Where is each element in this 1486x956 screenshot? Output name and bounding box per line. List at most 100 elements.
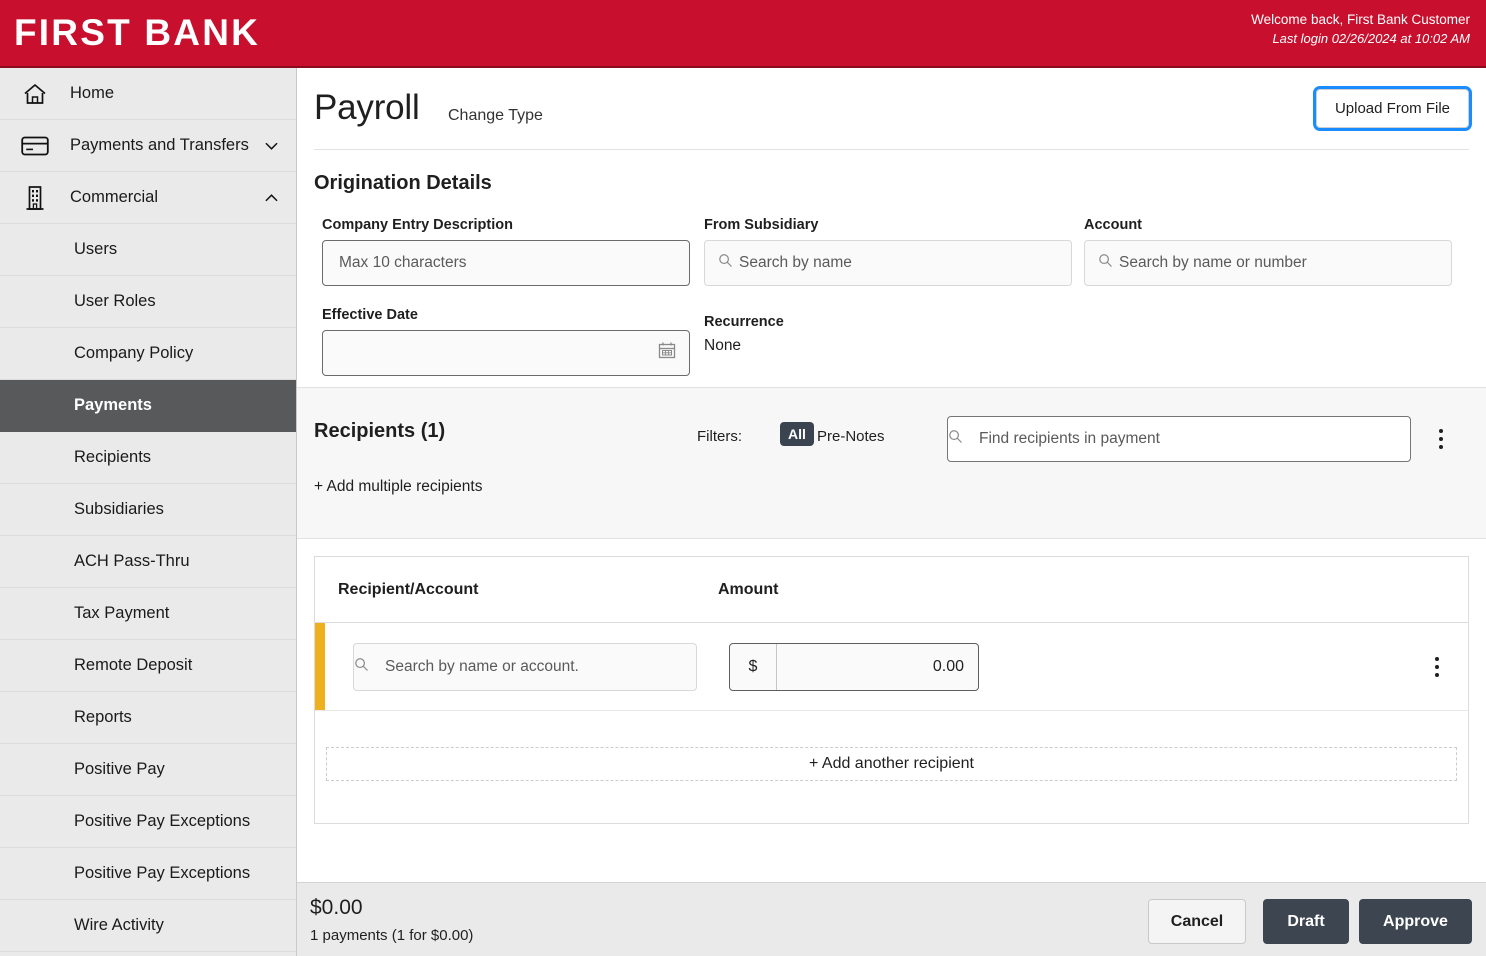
sidebar-item-ach-pass-thru[interactable]: ACH Pass-Thru <box>0 536 296 588</box>
sidebar-item-label: Positive Pay Exceptions <box>74 812 251 830</box>
from-subsidiary-placeholder: Search by name <box>739 254 852 271</box>
building-icon <box>18 183 52 213</box>
sidebar-item-label: Commercial <box>70 188 159 206</box>
filter-pre-notes[interactable]: Pre-Notes <box>817 428 885 445</box>
effective-date-input[interactable] <box>322 330 690 376</box>
home-icon <box>18 79 52 109</box>
bank-logo: FIRST BANK <box>14 12 261 53</box>
origination-form: Company Entry Description Max 10 charact… <box>314 211 1469 379</box>
effective-date-field: Effective Date <box>322 307 690 376</box>
sidebar-item-label: Payments and Transfers <box>70 136 249 154</box>
main-content: Payroll Change Type Upload From File Ori… <box>297 68 1486 956</box>
add-multiple-recipients-link[interactable]: + Add multiple recipients <box>314 478 482 496</box>
find-recipients-placeholder: Find recipients in payment <box>979 430 1160 447</box>
chevron-up-icon[interactable] <box>264 190 279 205</box>
sidebar-item-label: User Roles <box>74 292 156 310</box>
sidebar-item-label: Reports <box>74 708 132 726</box>
recipient-search-placeholder: Search by name or account. <box>385 657 579 675</box>
welcome-message: Welcome back, First Bank Customer <box>1251 12 1470 27</box>
table-row: Search by name or account. $ 0.00 <box>315 623 1468 711</box>
filter-all-badge[interactable]: All <box>780 422 814 446</box>
payment-summary-text: 1 payments (1 for $0.00) <box>310 927 474 944</box>
recipients-count-title: Recipients (1) <box>314 420 446 442</box>
sidebar-item-recipients[interactable]: Recipients <box>0 432 296 484</box>
account-label: Account <box>1084 217 1142 233</box>
footer-action-bar: $0.00 1 payments (1 for $0.00) Cancel Dr… <box>297 882 1486 956</box>
from-subsidiary-label: From Subsidiary <box>704 217 819 233</box>
draft-button[interactable]: Draft <box>1263 899 1349 944</box>
change-type-link[interactable]: Change Type <box>448 107 543 125</box>
from-subsidiary-field: From Subsidiary Search by name <box>704 217 1072 286</box>
account-placeholder: Search by name or number <box>1119 254 1307 271</box>
recipients-options-kebab-icon[interactable] <box>1430 426 1452 452</box>
column-header-amount: Amount <box>718 580 779 598</box>
sidebar-item-remote-deposit[interactable]: Remote Deposit <box>0 640 296 692</box>
amount-value: 0.00 <box>932 657 964 675</box>
sidebar-item-subsidiaries[interactable]: Subsidiaries <box>0 484 296 536</box>
effective-date-label: Effective Date <box>322 307 418 323</box>
row-status-accent-bar <box>315 623 325 710</box>
sidebar-item-reports[interactable]: Reports <box>0 692 296 744</box>
sidebar-item-label: Recipients <box>74 448 152 466</box>
sidebar-item-label: Wire Activity <box>74 916 164 934</box>
chevron-down-icon[interactable] <box>264 138 279 153</box>
sidebar-item-label: Company Policy <box>74 344 194 362</box>
card-icon <box>18 131 52 161</box>
top-brand-bar: FIRST BANK Welcome back, First Bank Cust… <box>0 0 1486 68</box>
recipients-table: Recipient/Account Amount Search by name … <box>314 556 1469 824</box>
sidebar-item-payments[interactable]: Payments <box>0 380 296 432</box>
sidebar-item-positive-pay[interactable]: Positive Pay <box>0 744 296 796</box>
page-header: Payroll Change Type Upload From File <box>314 68 1469 150</box>
sidebar-item-commercial[interactable]: Commercial <box>0 172 296 224</box>
sidebar-item-label: Positive Pay <box>74 760 165 778</box>
sidebar-item-label: Users <box>74 240 118 258</box>
sidebar-item-label: Subsidiaries <box>74 500 164 518</box>
sidebar-item-label: ACH Pass-Thru <box>74 552 190 570</box>
find-recipients-input[interactable]: Find recipients in payment <box>947 416 1411 462</box>
origination-section: Origination Details Company Entry Descri… <box>297 172 1486 379</box>
sidebar-item-company-policy[interactable]: Company Policy <box>0 328 296 380</box>
sidebar-item-label: Tax Payment <box>74 604 170 622</box>
sidebar-item-label: Home <box>70 84 115 102</box>
company-entry-description-label: Company Entry Description <box>322 217 513 233</box>
sidebar-item-home[interactable]: Home <box>0 68 296 120</box>
company-entry-description-field: Company Entry Description Max 10 charact… <box>322 217 690 286</box>
calendar-icon[interactable] <box>657 341 677 366</box>
sidebar-item-label: Positive Pay Exceptions <box>74 864 251 882</box>
from-subsidiary-input[interactable]: Search by name <box>704 240 1072 286</box>
page-title: Payroll <box>314 88 420 127</box>
sidebar-item-tax-payment[interactable]: Tax Payment <box>0 588 296 640</box>
filters-label: Filters: <box>697 428 742 445</box>
sidebar-item-payments-and-transfers[interactable]: Payments and Transfers <box>0 120 296 172</box>
recurrence-value: None <box>704 337 742 354</box>
sidebar-navigation[interactable]: Home Payments and Transfers Commercial User… <box>0 68 297 956</box>
upload-from-file-button[interactable]: Upload From File <box>1315 89 1469 128</box>
search-icon <box>948 429 963 449</box>
sidebar-item-label: Payments <box>74 396 152 414</box>
recipients-toolbar: Recipients (1) Filters: All Pre-Notes Fi… <box>297 387 1486 539</box>
recurrence-label: Recurrence <box>704 314 784 330</box>
last-login-text: Last login 02/26/2024 at 10:02 AM <box>1272 31 1470 46</box>
account-input[interactable]: Search by name or number <box>1084 240 1452 286</box>
company-entry-description-input[interactable]: Max 10 characters <box>322 240 690 286</box>
account-field: Account Search by name or number <box>1084 217 1452 286</box>
payment-origination-page: FIRST BANK Welcome back, First Bank Cust… <box>0 0 1486 956</box>
sidebar-item-wire-activity[interactable]: Wire Activity <box>0 900 296 952</box>
row-options-kebab-icon[interactable] <box>1426 654 1448 680</box>
sidebar-item-label: Remote Deposit <box>74 656 193 674</box>
amount-input[interactable]: $ 0.00 <box>729 642 979 691</box>
approve-button[interactable]: Approve <box>1359 899 1472 944</box>
sidebar-item-positive-pay-exceptions[interactable]: Positive Pay Exceptions <box>0 848 296 900</box>
origination-details-heading: Origination Details <box>314 172 492 194</box>
total-amount: $0.00 <box>310 896 363 919</box>
add-another-recipient-button[interactable]: + Add another recipient <box>326 747 1457 781</box>
sidebar-item-users[interactable]: Users <box>0 224 296 276</box>
cancel-button[interactable]: Cancel <box>1148 899 1246 944</box>
recipient-search-input[interactable]: Search by name or account. <box>353 642 697 691</box>
company-entry-description-placeholder: Max 10 characters <box>339 254 467 271</box>
column-header-recipient-account: Recipient/Account <box>338 580 479 598</box>
recurrence-field: Recurrence None <box>704 314 1072 355</box>
sidebar-item-positive-pay-exceptions[interactable]: Positive Pay Exceptions <box>0 796 296 848</box>
sidebar-item-user-roles[interactable]: User Roles <box>0 276 296 328</box>
currency-symbol: $ <box>730 643 777 690</box>
